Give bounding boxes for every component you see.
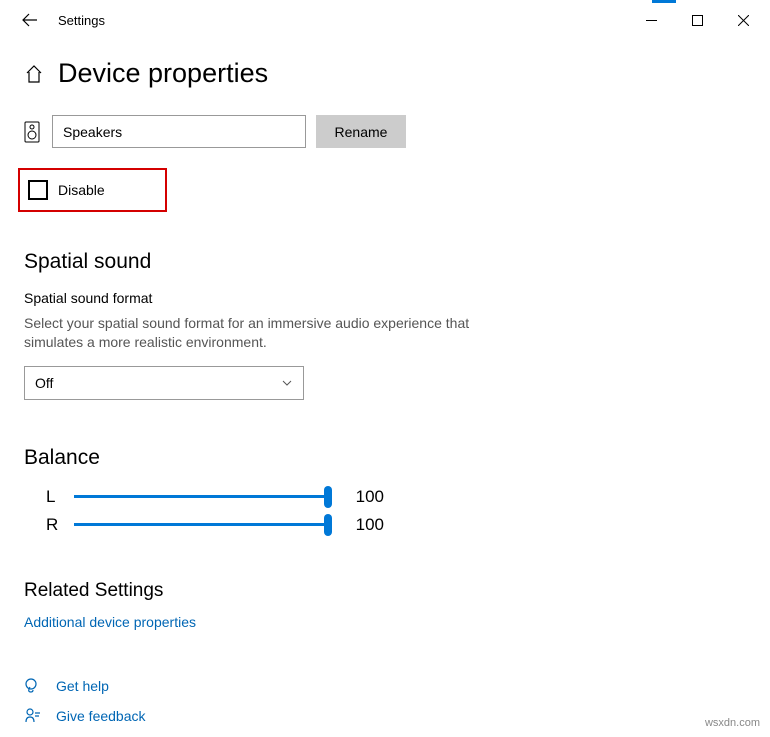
spatial-format-select[interactable]: Off: [24, 366, 304, 400]
balance-left-label: L: [46, 487, 60, 507]
speaker-icon: [24, 121, 42, 143]
balance-left-slider[interactable]: [74, 486, 332, 508]
disable-label: Disable: [58, 182, 105, 198]
close-button[interactable]: [720, 4, 766, 36]
rename-button[interactable]: Rename: [316, 115, 406, 148]
additional-properties-link[interactable]: Additional device properties: [24, 614, 746, 630]
feedback-icon: [24, 707, 42, 725]
window-title: Settings: [58, 13, 105, 28]
balance-left-value: 100: [356, 487, 384, 507]
maximize-button[interactable]: [674, 4, 720, 36]
device-name-input[interactable]: [52, 115, 306, 148]
balance-right-slider[interactable]: [74, 514, 332, 536]
back-icon[interactable]: [20, 10, 40, 30]
active-window-indicator: [652, 0, 676, 3]
spatial-format-label: Spatial sound format: [24, 290, 746, 306]
help-icon: [24, 677, 42, 695]
page-title: Device properties: [58, 58, 268, 89]
chevron-down-icon: [281, 377, 293, 389]
minimize-button[interactable]: [628, 4, 674, 36]
spatial-selected-value: Off: [35, 375, 53, 391]
spatial-description: Select your spatial sound format for an …: [24, 314, 494, 352]
balance-right-value: 100: [356, 515, 384, 535]
give-feedback-link[interactable]: Give feedback: [56, 708, 146, 724]
disable-checkbox[interactable]: [28, 180, 48, 200]
balance-heading: Balance: [24, 446, 746, 470]
get-help-link[interactable]: Get help: [56, 678, 109, 694]
balance-left-row: L 100: [24, 486, 384, 508]
home-icon[interactable]: [24, 64, 44, 84]
balance-right-label: R: [46, 515, 60, 535]
watermark: wsxdn.com: [705, 717, 760, 729]
spatial-heading: Spatial sound: [24, 250, 746, 274]
balance-right-row: R 100: [24, 514, 384, 536]
related-heading: Related Settings: [24, 580, 746, 602]
disable-highlight: Disable: [18, 168, 167, 212]
titlebar: Settings: [0, 0, 770, 40]
